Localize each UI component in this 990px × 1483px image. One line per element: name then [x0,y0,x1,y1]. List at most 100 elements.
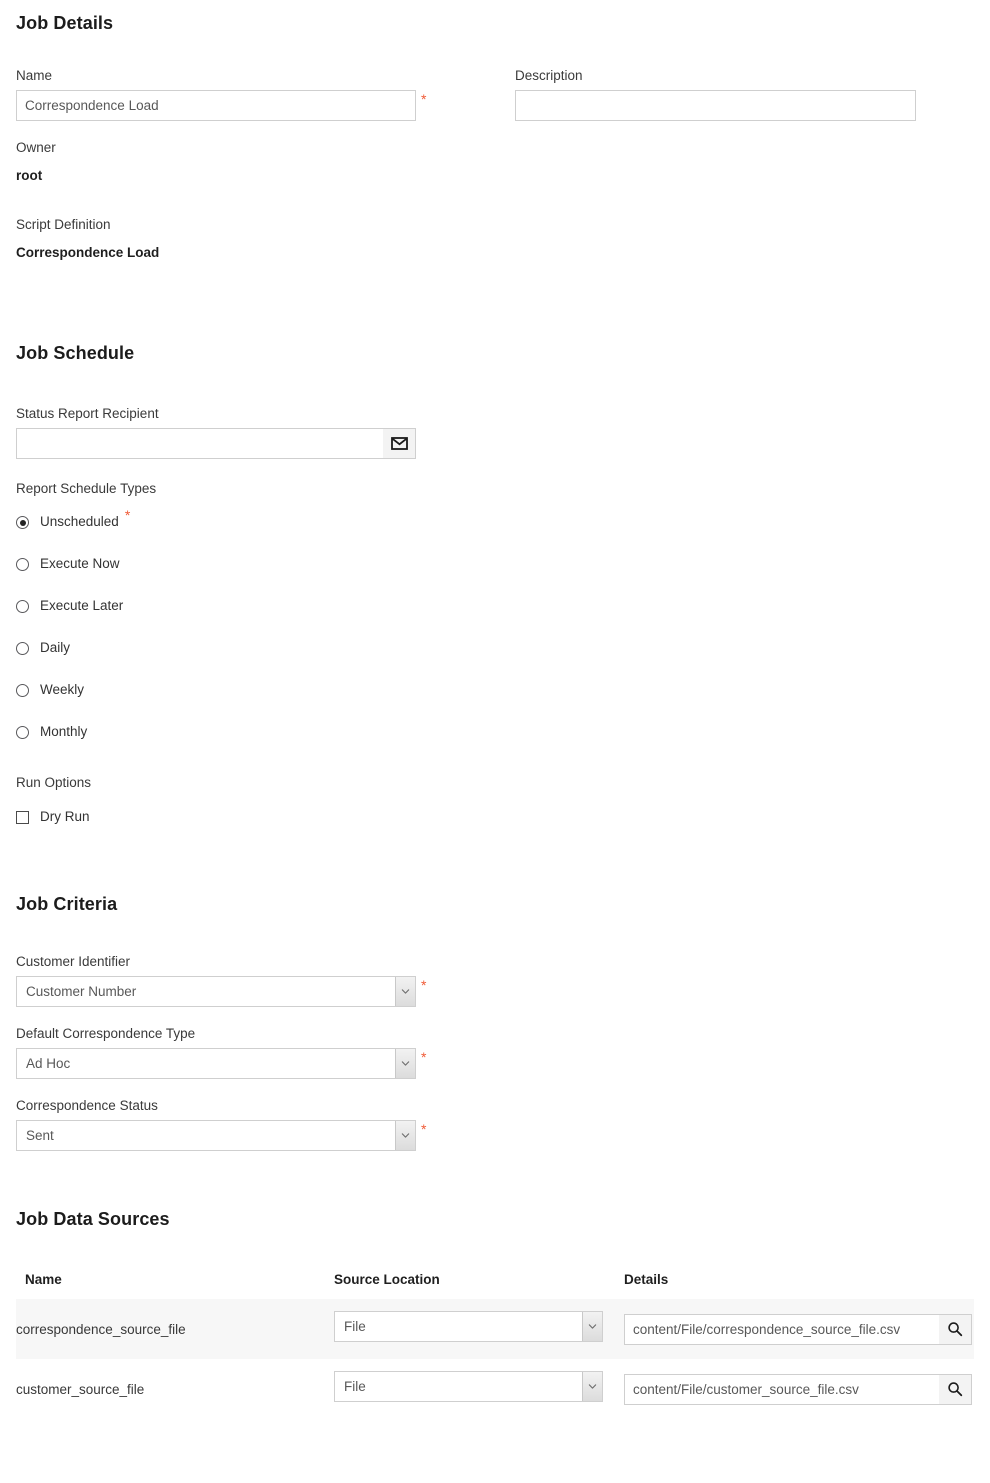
job-details-heading: Job Details [16,13,114,33]
correspondence-status-select[interactable]: Sent [16,1120,416,1151]
job-form-page: Job Details Name * Description Owner roo… [0,13,990,1419]
run-options-group: Run Options Dry Run [16,775,974,826]
dry-run-label: Dry Run [40,809,90,824]
name-label: Name [16,68,53,83]
schedule-type-option-monthly[interactable]: Monthly [16,724,974,741]
data-source-location-cell: File [334,1359,624,1419]
dry-run-checkbox[interactable] [16,811,29,824]
job-criteria-heading: Job Criteria [16,894,118,914]
correspondence-status-label: Correspondence Status [16,1098,158,1113]
source-location-selected-value: File [344,1319,366,1334]
name-field-group: Name * [16,68,436,121]
default-correspondence-type-select-arrow[interactable] [395,1049,415,1078]
schedule-type-required-asterisk: * [124,507,131,523]
schedule-type-label: Execute Now [40,556,120,571]
owner-field-group: Owner root [16,140,974,184]
customer-identifier-selected-value: Customer Number [26,984,137,999]
default-correspondence-type-label: Default Correspondence Type [16,1026,196,1041]
browse-data-source-button[interactable] [939,1373,972,1405]
table-row: correspondence_source_file File [16,1299,974,1359]
source-location-selected-value: File [344,1379,366,1394]
correspondence-status-required-asterisk: * [421,1121,427,1137]
schedule-type-label: Monthly [40,724,88,739]
script-definition-group: Script Definition Correspondence Load [16,217,974,261]
report-schedule-types-label: Report Schedule Types [16,481,157,496]
status-report-recipient-label: Status Report Recipient [16,406,159,421]
customer-identifier-field-group: Customer Identifier Customer Number * [16,954,974,1007]
chevron-down-icon [401,1061,410,1066]
schedule-type-label: Execute Later [40,598,124,613]
data-source-name: customer_source_file [16,1381,145,1397]
search-icon [948,1382,963,1397]
data-source-details-cell [624,1299,974,1359]
table-row: customer_source_file File [16,1359,974,1419]
job-schedule-heading: Job Schedule [16,343,135,363]
description-field-group: Description [515,68,935,121]
column-header-source-location: Source Location [334,1272,440,1287]
default-correspondence-type-select[interactable]: Ad Hoc [16,1048,416,1079]
chevron-down-icon [588,1324,597,1329]
source-location-select-arrow[interactable] [582,1312,602,1341]
job-data-sources-table: Name Source Location Details correspondenc… [16,1272,974,1419]
dry-run-option[interactable]: Dry Run [16,809,974,826]
schedule-type-radio[interactable] [16,684,29,697]
run-options-label: Run Options [16,775,92,790]
data-source-details-input[interactable] [624,1373,939,1405]
customer-identifier-select[interactable]: Customer Number [16,976,416,1007]
data-source-details-cell [624,1359,974,1419]
report-schedule-types-group: Report Schedule Types Unscheduled * Execut… [16,481,974,741]
schedule-type-option-execute-now[interactable]: Execute Now [16,556,974,573]
owner-value: root [16,168,43,183]
schedule-type-radio-list: Unscheduled * Execute Now Execute Later Dail… [16,508,974,741]
data-source-location-cell: File [334,1299,624,1359]
schedule-type-radio[interactable] [16,516,29,529]
table-body: correspondence_source_fileFilecustomer_s… [16,1299,974,1419]
owner-label: Owner [16,140,56,155]
search-icon [948,1322,963,1337]
customer-identifier-label: Customer Identifier [16,954,131,969]
browse-data-source-button[interactable] [939,1313,972,1345]
status-report-recipient-group: Status Report Recipient [16,406,974,459]
default-correspondence-type-selected-value: Ad Hoc [26,1056,71,1071]
schedule-type-option-daily[interactable]: Daily [16,640,974,657]
correspondence-status-field-group: Correspondence Status Sent * [16,1098,974,1151]
chevron-down-icon [588,1384,597,1389]
source-location-select-arrow[interactable] [582,1372,602,1401]
job-criteria-fields: Customer Identifier Customer Number * Defau… [16,954,974,1151]
script-definition-label: Script Definition [16,217,111,232]
script-definition-value: Correspondence Load [16,245,160,260]
schedule-type-label: Unscheduled [40,514,119,529]
schedule-type-label: Daily [40,640,71,655]
job-data-sources-heading: Job Data Sources [16,1209,170,1229]
description-input[interactable] [515,90,916,121]
data-source-name: correspondence_source_file [16,1299,334,1359]
column-header-details: Details [624,1272,669,1287]
table-header-row: Name Source Location Details [16,1272,974,1299]
chevron-down-icon [401,1133,410,1138]
column-header-name: Name [25,1272,62,1287]
correspondence-status-selected-value: Sent [26,1128,54,1143]
table-head: Name Source Location Details [16,1272,974,1299]
schedule-type-radio[interactable] [16,726,29,739]
default-correspondence-type-field-group: Default Correspondence Type Ad Hoc * [16,1026,974,1079]
default-correspondence-type-required-asterisk: * [421,1049,427,1065]
schedule-type-radio[interactable] [16,558,29,571]
schedule-type-label: Weekly [40,682,85,697]
name-required-asterisk: * [421,91,427,107]
status-report-recipient-input[interactable] [16,428,383,459]
schedule-type-radio[interactable] [16,600,29,613]
schedule-type-radio[interactable] [16,642,29,655]
data-source-details-input[interactable] [624,1313,939,1345]
envelope-button[interactable] [383,428,416,459]
chevron-down-icon [401,989,410,994]
customer-identifier-select-arrow[interactable] [395,977,415,1006]
description-label: Description [515,68,583,83]
schedule-type-option-weekly[interactable]: Weekly [16,682,974,699]
schedule-type-option-execute-later[interactable]: Execute Later [16,598,974,615]
source-location-select[interactable]: File [334,1311,603,1342]
schedule-type-option-unscheduled[interactable]: Unscheduled * [16,508,974,531]
correspondence-status-select-arrow[interactable] [395,1121,415,1150]
envelope-icon [390,437,408,450]
name-input[interactable] [16,90,416,121]
source-location-select[interactable]: File [334,1371,603,1402]
